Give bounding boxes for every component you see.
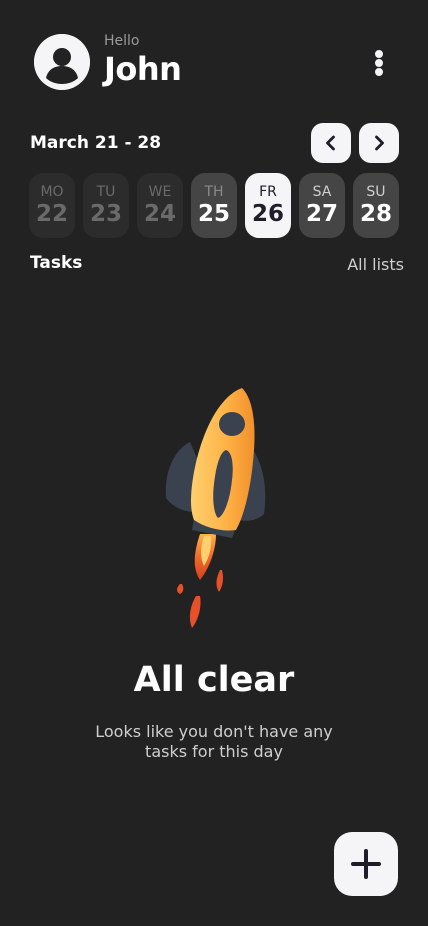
all-lists-link[interactable]: All lists <box>347 255 404 274</box>
empty-state-title: All clear <box>133 660 295 700</box>
day-chip-wednesday[interactable]: WE 24 <box>137 173 183 238</box>
day-number-label: 28 <box>359 201 392 227</box>
next-week-button[interactable] <box>359 123 399 163</box>
day-chip-thursday[interactable]: TH 25 <box>191 173 237 238</box>
week-range-label: March 21 - 28 <box>30 133 162 153</box>
tasks-heading: Tasks <box>30 253 83 273</box>
day-of-week-label: WE <box>148 184 172 200</box>
day-number-label: 25 <box>197 201 230 227</box>
day-chip-monday[interactable]: MO 22 <box>29 173 75 238</box>
greeting-text: Hello <box>104 33 140 49</box>
home-screen: Hello John March 21 - 28 MO 22 TU 23 WE … <box>0 0 428 926</box>
day-number-label: 27 <box>305 201 338 227</box>
user-avatar-icon[interactable] <box>34 34 90 90</box>
chevron-right-icon <box>375 135 384 151</box>
add-task-button[interactable] <box>334 832 398 896</box>
day-of-week-label: TU <box>96 184 116 200</box>
plus-icon <box>351 849 381 879</box>
day-of-week-label: SA <box>312 184 332 200</box>
day-chip-tuesday[interactable]: TU 23 <box>83 173 129 238</box>
day-number-label: 26 <box>251 201 284 227</box>
previous-week-button[interactable] <box>311 123 351 163</box>
day-chip-sunday[interactable]: SU 28 <box>353 173 399 238</box>
day-of-week-label: MO <box>40 184 64 200</box>
rocket-illustration <box>150 380 280 640</box>
day-chip-friday[interactable]: FR 26 <box>245 173 291 238</box>
day-number-label: 23 <box>89 201 122 227</box>
more-vertical-icon[interactable] <box>366 46 392 78</box>
day-of-week-label: TH <box>204 184 224 200</box>
day-of-week-label: SU <box>366 184 386 200</box>
day-of-week-label: FR <box>259 184 277 200</box>
empty-state-message: Looks like you don't have any tasks for … <box>95 722 333 761</box>
day-chip-saturday[interactable]: SA 27 <box>299 173 345 238</box>
username-text: John <box>104 50 182 88</box>
chevron-left-icon <box>326 135 335 151</box>
day-number-label: 22 <box>35 201 68 227</box>
day-number-label: 24 <box>143 201 176 227</box>
